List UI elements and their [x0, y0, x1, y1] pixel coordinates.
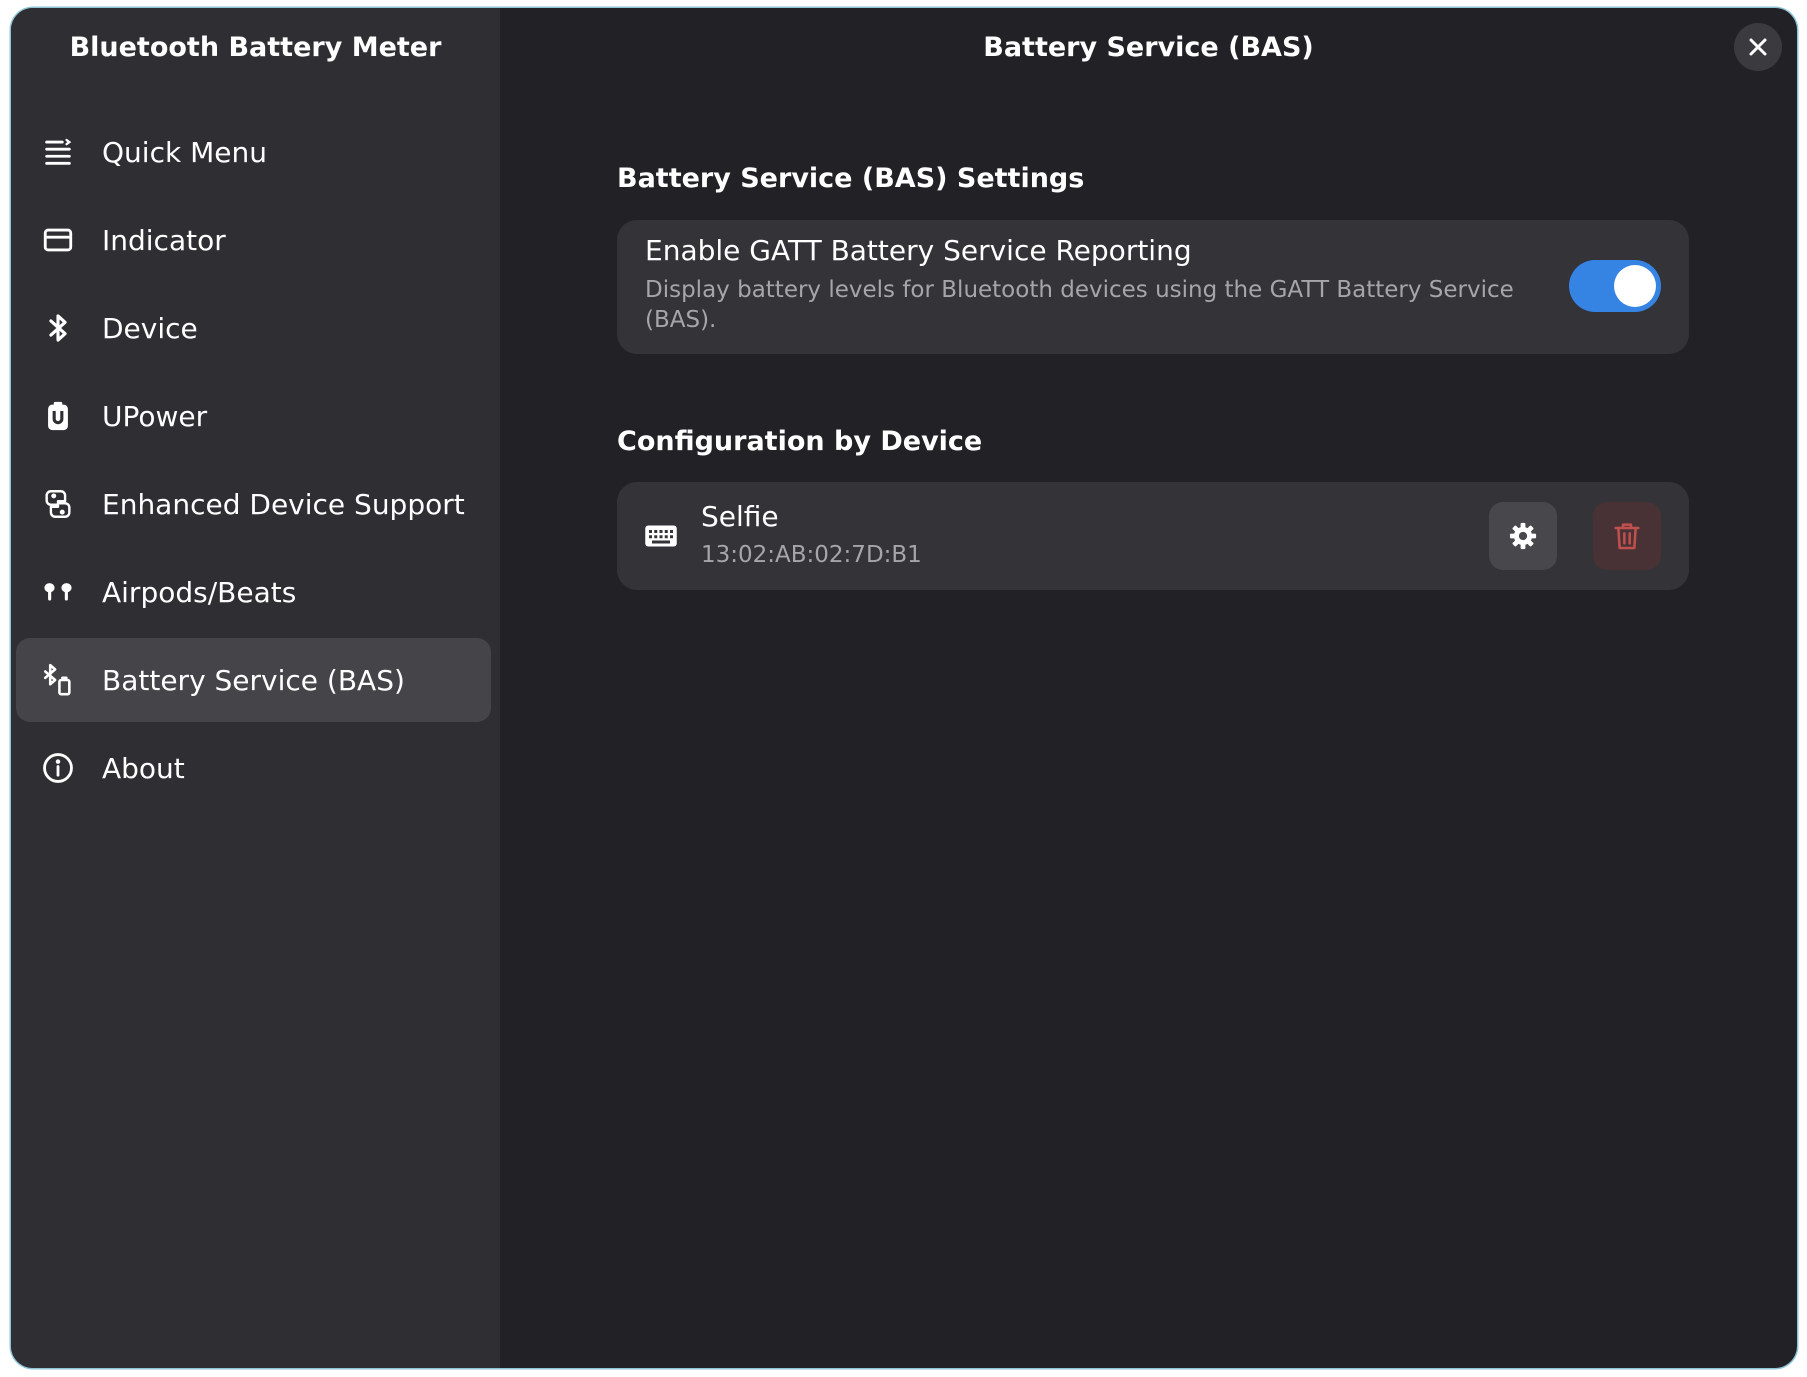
enhanced-device-icon: [40, 486, 76, 522]
close-icon: [1749, 38, 1767, 56]
sidebar-item-upower[interactable]: UPower: [16, 374, 491, 458]
quick-menu-icon: [40, 134, 76, 170]
sidebar: Bluetooth Battery Meter Quick Menu Indic…: [11, 8, 500, 1368]
sidebar-title: Bluetooth Battery Meter: [69, 32, 442, 63]
sidebar-item-about[interactable]: About: [16, 726, 491, 810]
sidebar-item-label: UPower: [102, 399, 208, 433]
device-delete-button[interactable]: [1593, 502, 1661, 570]
sidebar-item-label: Airpods/Beats: [102, 575, 297, 609]
sidebar-item-indicator[interactable]: Indicator: [16, 198, 491, 282]
sidebar-item-airpods-beats[interactable]: Airpods/Beats: [16, 550, 491, 634]
sidebar-item-label: Battery Service (BAS): [102, 663, 405, 697]
gear-icon: [1509, 522, 1537, 550]
airpods-icon: [40, 574, 76, 610]
device-address: 13:02:AB:02:7D:B1: [701, 542, 922, 568]
page-title: Battery Service (BAS): [983, 32, 1314, 63]
sidebar-item-battery-service[interactable]: Battery Service (BAS): [16, 638, 491, 722]
sidebar-nav: Quick Menu Indicator Device UPower Enhan…: [16, 110, 491, 814]
row-subtitle: Display battery levels for Bluetooth dev…: [645, 277, 1514, 333]
upower-icon: [40, 398, 76, 434]
device-row: Selfie 13:02:AB:02:7D:B1: [617, 482, 1689, 590]
device-settings-button[interactable]: [1489, 502, 1557, 570]
sidebar-item-label: About: [102, 751, 185, 785]
close-button[interactable]: [1734, 23, 1782, 71]
device-name: Selfie: [701, 500, 779, 533]
toggle-knob: [1614, 265, 1656, 307]
devices-section-heading: Configuration by Device: [617, 426, 983, 457]
row-title: Enable GATT Battery Service Reporting: [645, 234, 1192, 267]
bluetooth-battery-icon: [40, 662, 76, 698]
info-icon: [40, 750, 76, 786]
gatt-reporting-toggle[interactable]: [1569, 260, 1661, 312]
sidebar-item-enhanced-device-support[interactable]: Enhanced Device Support: [16, 462, 491, 546]
sidebar-item-label: Enhanced Device Support: [102, 487, 465, 521]
sidebar-item-label: Device: [102, 311, 198, 345]
sidebar-item-device[interactable]: Device: [16, 286, 491, 370]
sidebar-item-label: Indicator: [102, 223, 226, 257]
sidebar-item-label: Quick Menu: [102, 135, 267, 169]
sidebar-item-quick-menu[interactable]: Quick Menu: [16, 110, 491, 194]
indicator-icon: [40, 222, 76, 258]
settings-section-heading: Battery Service (BAS) Settings: [617, 163, 1085, 194]
keyboard-icon: [645, 525, 677, 547]
gatt-reporting-row: Enable GATT Battery Service Reporting Di…: [617, 220, 1689, 354]
app-window: Bluetooth Battery Meter Quick Menu Indic…: [11, 8, 1797, 1368]
bluetooth-icon: [40, 310, 76, 346]
trash-icon: [1614, 523, 1640, 550]
